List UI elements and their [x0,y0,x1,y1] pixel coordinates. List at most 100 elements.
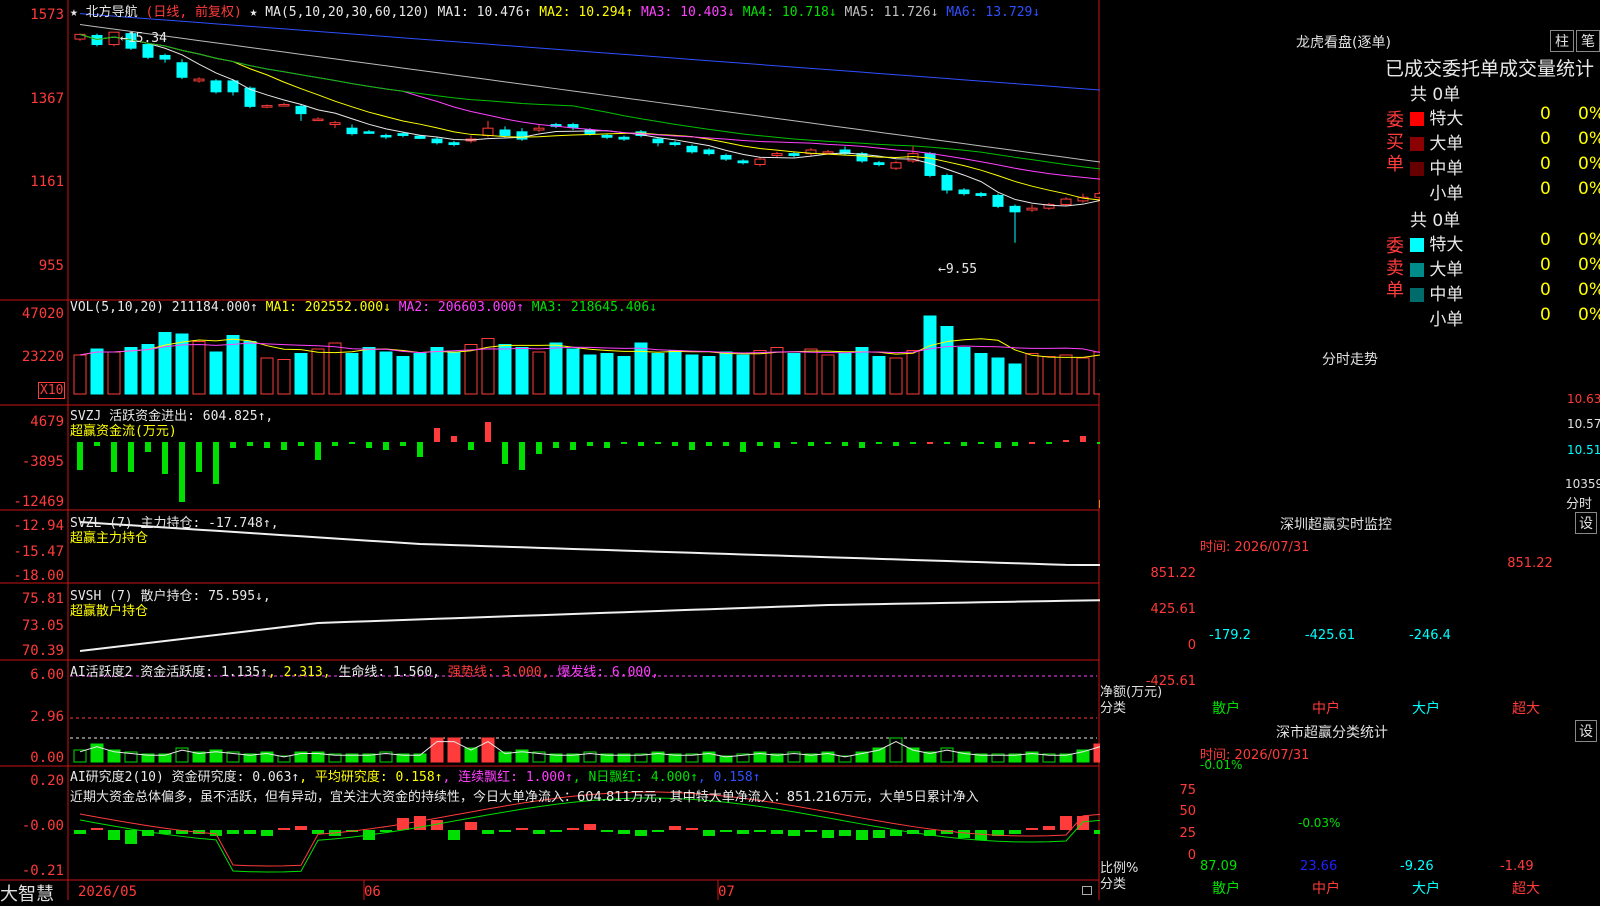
candle-body[interactable] [312,118,324,122]
volume-bar[interactable] [923,315,937,395]
volume-bar[interactable] [770,347,784,395]
candle-body[interactable] [227,80,239,93]
volume-bar[interactable] [940,326,954,395]
volume-bar[interactable] [447,351,461,395]
volume-bar[interactable] [124,347,138,395]
ai-research-bar[interactable] [312,830,324,834]
candle-body[interactable] [329,122,341,126]
candle-body[interactable] [652,138,664,144]
volume-bar[interactable] [192,341,206,395]
svzj-bar[interactable] [961,442,967,446]
ai-research-bar[interactable] [720,830,732,832]
svzj-bar[interactable] [145,442,151,452]
volume-bar[interactable] [855,347,869,395]
candle-body[interactable] [941,174,953,191]
svzj-bar[interactable] [281,442,287,450]
ai-research-bar[interactable] [771,830,783,834]
svzj-bar[interactable] [332,442,338,446]
volume-bar[interactable] [90,348,104,395]
volume-bar[interactable] [1076,357,1090,395]
ai-research-bar[interactable] [856,830,868,840]
volume-bar[interactable] [566,348,580,395]
svzj-bar[interactable] [587,442,593,446]
ai-research-bar[interactable] [448,830,460,840]
volume-bar[interactable] [209,351,223,395]
candle-body[interactable] [210,80,222,93]
svzj-bar[interactable] [468,442,474,450]
ai-research-bar[interactable] [584,824,596,830]
candle-body[interactable] [958,189,970,195]
ai-research-bar[interactable] [1077,816,1089,830]
volume-bar[interactable] [600,353,614,395]
class-settings-button[interactable]: 设 [1575,720,1597,742]
candle-body[interactable] [1094,193,1100,198]
ai-research-bar[interactable] [533,830,545,834]
volume-bar[interactable] [804,348,818,395]
ai-research-bar[interactable] [295,826,307,830]
svzj-bar[interactable] [995,442,1001,448]
volume-bar[interactable] [957,347,971,395]
svzj-bar[interactable] [944,442,950,444]
volume-bar[interactable] [906,350,920,395]
ai-research-bar[interactable] [635,830,647,836]
candle-body[interactable] [618,136,630,140]
svzj-bar[interactable] [451,436,457,442]
svzj-bar[interactable] [383,442,389,450]
volume-bar[interactable] [532,351,546,395]
ai-research-bar[interactable] [567,828,579,830]
ai-research-bar[interactable] [278,828,290,830]
svzj-bar[interactable] [519,442,525,470]
svzj-bar[interactable] [553,442,559,448]
svzj-bar[interactable] [604,442,610,448]
volume-bar[interactable] [974,353,988,395]
candle-body[interactable] [533,127,545,131]
candle-body[interactable] [686,145,698,153]
ai-research-bar[interactable] [754,830,766,832]
ai-research-bar[interactable] [91,828,103,830]
volume-bar[interactable] [464,344,478,395]
zhu-button[interactable]: 柱 [1550,30,1574,52]
candle-body[interactable] [261,105,273,108]
svzj-bar[interactable] [128,442,134,472]
volume-bar[interactable] [1059,354,1073,395]
period-label[interactable]: (日线, 前复权) [146,5,242,20]
svzj-bar[interactable] [417,442,423,457]
volume-bar[interactable] [311,348,325,395]
volume-bar[interactable] [396,356,410,395]
ai-research-bar[interactable] [227,830,239,834]
ai-research-bar[interactable] [601,830,613,832]
volume-bar[interactable] [719,351,733,395]
candle-body[interactable] [448,142,460,146]
volume-bar[interactable] [1025,353,1039,395]
volume-bar[interactable] [1093,351,1100,395]
candle-body[interactable] [601,134,613,138]
ai-research-bar[interactable] [652,830,664,832]
svzj-bar[interactable] [315,442,321,460]
ai-research-bar[interactable] [686,828,698,830]
candle-body[interactable] [720,154,732,160]
ai-research-bar[interactable] [516,828,528,830]
chart-canvas-svg[interactable] [0,0,1100,900]
volume-bar[interactable] [498,344,512,395]
volume-bar[interactable] [702,356,716,395]
candle-body[interactable] [771,153,783,156]
volume-bar[interactable] [141,344,155,395]
candle-body[interactable] [1026,207,1038,211]
candle-body[interactable] [482,127,494,136]
volume-bar[interactable] [1042,356,1056,395]
candle-body[interactable] [1009,205,1021,213]
svzj-bar[interactable] [842,442,848,446]
volume-bar[interactable] [787,353,801,395]
volume-bar[interactable] [379,351,393,395]
ai-research-bar[interactable] [669,826,681,830]
candle-body[interactable] [193,78,205,82]
volume-bar[interactable] [328,342,342,395]
svzj-bar[interactable] [247,442,253,446]
volume-bar[interactable] [430,347,444,395]
volume-bar[interactable] [158,332,172,395]
candle-body[interactable] [499,129,511,136]
volume-bar[interactable] [294,353,308,395]
ai-research-bar[interactable] [125,830,137,844]
ai-research-bar[interactable] [1060,816,1072,830]
svzj-bar[interactable] [434,428,440,442]
